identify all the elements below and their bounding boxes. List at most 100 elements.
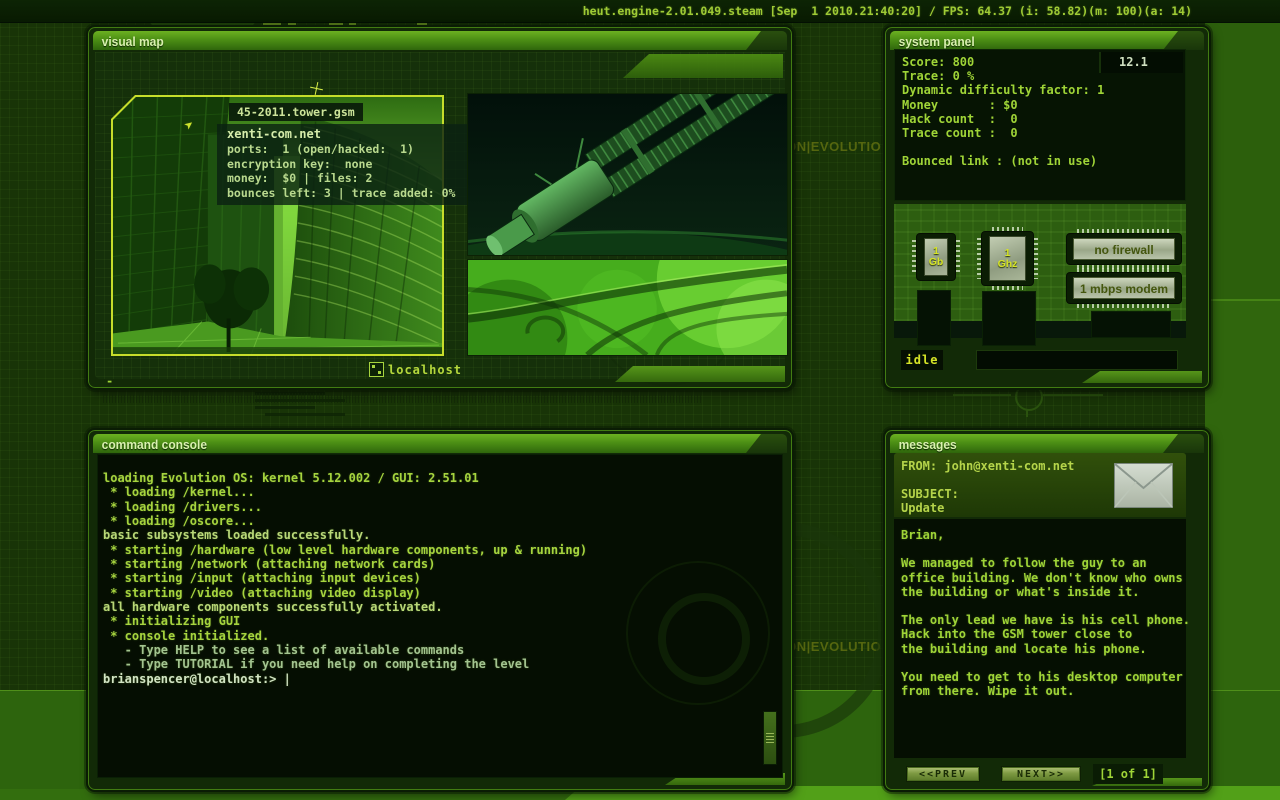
console-scrollbar-thumb[interactable] xyxy=(763,711,777,765)
node-info-row: encryption key: none xyxy=(227,157,459,172)
ram-chip-icon[interactable]: 1 Gb xyxy=(917,234,955,280)
map-marker-sparkle-icon xyxy=(309,81,324,96)
progress-bar xyxy=(976,350,1178,370)
panel-corner-accent xyxy=(615,366,785,382)
node-info-box: xenti-com.net ports: 1 (open/hacked: 1)e… xyxy=(217,124,467,205)
message-line xyxy=(901,542,1186,556)
message-line xyxy=(901,656,1186,670)
panel-header-bright: messages xyxy=(890,434,1178,453)
empty-hardware-slot xyxy=(917,290,951,346)
game-screen: ION|EVOLUTIO ION|EVOLUTIO heut.engine-2.… xyxy=(0,0,1280,800)
prev-message-button[interactable]: <<PREV xyxy=(906,766,980,782)
top-status-bar: heut.engine-2.01.049.steam [Sep 1 2010.2… xyxy=(0,0,1280,23)
background-reticle-line xyxy=(953,394,1011,396)
visual-map-panel: visual map xyxy=(88,27,792,388)
evolution-watermark-top: ION|EVOLUTIO xyxy=(782,139,881,154)
cpu-unit: Ghz xyxy=(998,259,1018,270)
message-body-lines: Brian, We managed to follow the guy to a… xyxy=(901,528,1186,713)
modem-label: 1 mbps modem xyxy=(1080,282,1168,296)
aerial-photo-image xyxy=(468,260,787,355)
console-title: command console xyxy=(93,436,207,452)
system-stat-line: Trace count : 0 xyxy=(902,126,1185,140)
panel-header-bright: system panel xyxy=(890,31,1178,50)
from-label: FROM: xyxy=(901,459,944,473)
map-text-cursor: - xyxy=(106,374,113,388)
panel-header: command console xyxy=(93,434,787,453)
message-line: the building and locate his phone. xyxy=(901,642,1186,656)
message-line: from there. Wipe it out. xyxy=(901,684,1186,698)
satellite-photo-image xyxy=(468,94,787,255)
node-info-row: money: $0 | files: 2 xyxy=(227,171,459,186)
console-line: * starting /network (attaching network c… xyxy=(103,557,762,571)
message-line: Hack into the GSM tower close to xyxy=(901,627,1186,641)
ram-unit: Gb xyxy=(929,257,944,268)
console-output: loading Evolution OS: kernel 5.12.002 / … xyxy=(103,471,762,686)
panel-header: messages xyxy=(890,434,1204,453)
message-line xyxy=(901,698,1186,712)
message-page-indicator: [1 of 1] xyxy=(1093,764,1163,784)
subject-value: Update xyxy=(901,501,944,515)
localhost-label: localhost xyxy=(388,363,462,377)
panel-header: system panel xyxy=(890,31,1204,50)
visual-map-body: 45-2011.tower.gsm ➤ xenti-com.net ports:… xyxy=(95,52,785,379)
message-line: We managed to follow the guy to an xyxy=(901,556,1186,570)
background-right-band-light xyxy=(1205,300,1280,690)
modem-slot-icon[interactable]: 1 mbps modem xyxy=(1067,273,1181,303)
level-clock: 12.1 xyxy=(1099,52,1183,73)
empty-hardware-slot xyxy=(1091,311,1171,338)
system-panel-title: system panel xyxy=(890,33,975,49)
gsm-tower-tooltip: 45-2011.tower.gsm xyxy=(229,103,363,121)
node-info-rows: ports: 1 (open/hacked: 1)encryption key:… xyxy=(227,142,459,200)
messages-panel: messages FROM: john@xenti-com.net SUBJEC… xyxy=(885,430,1209,790)
console-line: * starting /video (attaching video displ… xyxy=(103,586,762,600)
console-line: loading Evolution OS: kernel 5.12.002 / … xyxy=(103,471,762,485)
message-from-row: FROM: john@xenti-com.net xyxy=(901,459,1074,473)
system-stat-line: Dynamic difficulty factor: 1 xyxy=(902,83,1185,97)
subject-label: SUBJECT: xyxy=(901,487,959,501)
system-stat-line: Hack count : 0 xyxy=(902,112,1185,126)
visual-map-title: visual map xyxy=(93,33,164,49)
node-hostname: xenti-com.net xyxy=(227,127,459,142)
panel-corner-accent xyxy=(1082,371,1202,383)
message-header: FROM: john@xenti-com.net SUBJECT: Update xyxy=(894,453,1186,517)
status-badge: idle xyxy=(901,350,943,370)
firewall-label: no firewall xyxy=(1094,243,1153,257)
background-terminal-row xyxy=(255,406,315,409)
console-lines: loading Evolution OS: kernel 5.12.002 / … xyxy=(103,471,762,686)
console-line: * loading /oscore... xyxy=(103,514,762,528)
cpu-value: 1 xyxy=(1005,248,1011,259)
system-stat-line: Bounced link : (not in use) xyxy=(902,154,1185,168)
engine-status-text: heut.engine-2.01.049.steam [Sep 1 2010.2… xyxy=(583,4,1192,18)
next-message-button[interactable]: NEXT>> xyxy=(1001,766,1081,782)
host-node-icon xyxy=(369,362,384,377)
node-info-row: bounces left: 3 | trace added: 0% xyxy=(227,186,459,201)
satellite-photo xyxy=(467,93,788,256)
firewall-slot-icon[interactable]: no firewall xyxy=(1067,234,1181,264)
message-line: You need to get to his desktop computer xyxy=(901,670,1186,684)
console-screen[interactable]: loading Evolution OS: kernel 5.12.002 / … xyxy=(97,454,783,778)
console-line: all hardware components successfully act… xyxy=(103,600,762,614)
console-line: * console initialized. xyxy=(103,629,762,643)
system-panel: system panel Score: 800Trace: 0 %Dynamic… xyxy=(885,27,1209,388)
background-horizontal-line xyxy=(1205,299,1280,301)
empty-hardware-slot xyxy=(982,291,1036,346)
aerial-photo xyxy=(467,259,788,356)
panel-header: visual map xyxy=(93,31,787,50)
message-line: The only lead we have is his cell phone. xyxy=(901,613,1186,627)
system-stat-line xyxy=(902,140,1185,154)
message-line: the building or what's inside it. xyxy=(901,585,1186,599)
localhost-node[interactable]: localhost xyxy=(369,362,462,377)
console-line: * starting /hardware (low level hardware… xyxy=(103,543,762,557)
console-line: * loading /kernel... xyxy=(103,485,762,499)
console-line: * loading /drivers... xyxy=(103,500,762,514)
cpu-chip-icon[interactable]: 1 Ghz xyxy=(982,232,1033,285)
messages-title: messages xyxy=(890,436,957,452)
message-body: Brian, We managed to follow the guy to a… xyxy=(894,519,1186,758)
console-line: - Type HELP to see a list of available c… xyxy=(103,643,762,657)
message-line: Brian, xyxy=(901,528,1186,542)
envelope-icon xyxy=(1114,463,1173,508)
command-console-panel: command console loading Evolution OS: ke… xyxy=(88,430,792,790)
message-line xyxy=(901,599,1186,613)
panel-header-bright: command console xyxy=(93,434,761,453)
console-line: brianspencer@localhost:> | xyxy=(103,672,762,686)
